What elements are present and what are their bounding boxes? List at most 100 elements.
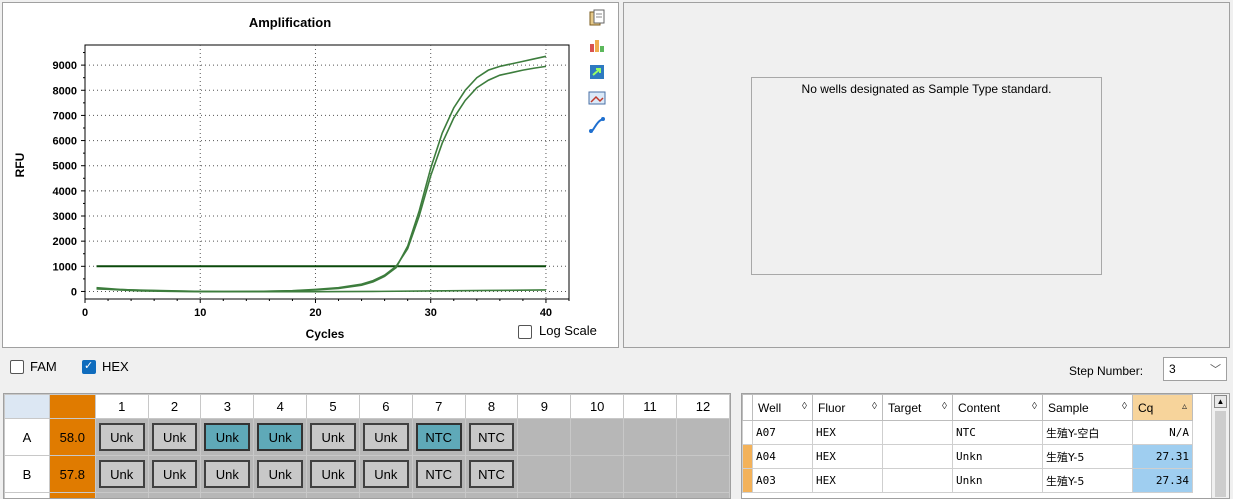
plate-corner-cell bbox=[4, 394, 50, 419]
chart-title: Amplification bbox=[249, 15, 331, 30]
plate-well[interactable] bbox=[517, 455, 572, 493]
plate-column-header[interactable]: 1 bbox=[94, 394, 149, 419]
plate-well[interactable] bbox=[675, 418, 730, 456]
gradient-temp-cell: 58.0 bbox=[48, 418, 96, 456]
plate-column-header[interactable]: 10 bbox=[570, 394, 625, 419]
plate-well[interactable]: Unk bbox=[253, 418, 308, 456]
plate-well[interactable]: Unk bbox=[147, 418, 202, 456]
fluor-filter-bar: FAM HEX Step Number: 3 ﹀ bbox=[2, 352, 1230, 384]
row-marker-header bbox=[742, 394, 753, 421]
well-content-label: NTC bbox=[415, 423, 462, 451]
y-tick-label: 5000 bbox=[53, 161, 77, 173]
plate-column-header[interactable]: 7 bbox=[411, 394, 466, 419]
plate-well[interactable]: Unk bbox=[253, 455, 308, 493]
column-header-label: Fluor bbox=[818, 400, 846, 415]
plate-well[interactable] bbox=[570, 455, 625, 493]
amplification-chart: Amplification RFU Cycles 0 1000 2000 3000 40… bbox=[13, 15, 570, 341]
column-header-label: Sample bbox=[1048, 400, 1089, 415]
column-header-fluor[interactable]: Fluor ◊ bbox=[812, 394, 883, 421]
y-tick-label: 7000 bbox=[53, 110, 77, 122]
copy-icon[interactable] bbox=[588, 9, 606, 27]
x-tick-label: 20 bbox=[309, 307, 321, 319]
cell-content: NTC bbox=[952, 420, 1043, 445]
well-content-label: Unk bbox=[257, 460, 304, 488]
y-tick-label: 4000 bbox=[53, 186, 77, 198]
x-axis-label: Cycles bbox=[306, 327, 345, 341]
plate-well[interactable]: Unk bbox=[147, 455, 202, 493]
column-header-cq[interactable]: Cq ▵ bbox=[1132, 394, 1193, 421]
plate-column-header[interactable]: 4 bbox=[253, 394, 308, 419]
fam-checkbox[interactable] bbox=[10, 360, 24, 374]
sort-icon[interactable]: ◊ bbox=[872, 401, 877, 412]
well-content-label: Unk bbox=[362, 460, 409, 488]
plate-column-header[interactable]: 8 bbox=[464, 394, 519, 419]
results-row[interactable]: A03 HEX Unkn 生殖Y-5 27.34 bbox=[742, 468, 1193, 493]
plate-column-header[interactable]: 6 bbox=[358, 394, 413, 419]
plate-well[interactable]: Unk bbox=[200, 418, 255, 456]
x-tick-label: 0 bbox=[82, 307, 88, 319]
curve-icon[interactable] bbox=[588, 116, 606, 134]
y-tick-label: 1000 bbox=[53, 261, 77, 273]
cell-target bbox=[882, 444, 953, 469]
plate-well[interactable]: NTC bbox=[464, 455, 519, 493]
sort-icon[interactable]: ◊ bbox=[942, 401, 947, 412]
plate-well[interactable]: NTC bbox=[411, 418, 466, 456]
plate-row-header[interactable]: A bbox=[4, 418, 50, 456]
cell-target bbox=[882, 420, 953, 445]
plate-well[interactable]: NTC bbox=[411, 455, 466, 493]
image-icon[interactable] bbox=[588, 89, 606, 107]
chevron-down-icon: ﹀ bbox=[1210, 364, 1221, 376]
plate-well[interactable]: NTC bbox=[464, 418, 519, 456]
scroll-thumb[interactable] bbox=[1215, 411, 1226, 497]
plate-row: B 57.8 Unk Unk Unk Unk Unk Unk NTC NTC bbox=[4, 455, 730, 493]
log-scale-checkbox[interactable] bbox=[518, 325, 532, 339]
sort-icon[interactable]: ▵ bbox=[1182, 401, 1187, 412]
vertical-scrollbar[interactable]: ▲ bbox=[1211, 394, 1229, 498]
results-row[interactable]: A04 HEX Unkn 生殖Y-5 27.31 bbox=[742, 444, 1193, 469]
column-header-well[interactable]: Well ◊ bbox=[752, 394, 813, 421]
plate-well[interactable]: Unk bbox=[200, 455, 255, 493]
cell-cq: 27.31 bbox=[1132, 444, 1193, 469]
plate-well[interactable] bbox=[623, 455, 677, 493]
plate-column-header[interactable]: 12 bbox=[675, 394, 730, 419]
plate-well[interactable] bbox=[570, 418, 625, 456]
hex-checkbox[interactable] bbox=[82, 359, 96, 374]
plate-well[interactable]: Unk bbox=[358, 418, 413, 456]
cell-fluor: HEX bbox=[812, 444, 883, 469]
sort-icon[interactable]: ◊ bbox=[1122, 401, 1127, 412]
column-header-target[interactable]: Target ◊ bbox=[882, 394, 953, 421]
plate-well[interactable]: Unk bbox=[94, 418, 149, 456]
plate-column-header[interactable]: 2 bbox=[147, 394, 202, 419]
plate-well[interactable]: Unk bbox=[358, 455, 413, 493]
sort-icon[interactable]: ◊ bbox=[802, 401, 807, 412]
cell-cq: 27.34 bbox=[1132, 468, 1193, 493]
plate-well[interactable]: Unk bbox=[306, 418, 360, 456]
row-marker bbox=[742, 420, 753, 445]
plate-well[interactable] bbox=[517, 418, 572, 456]
plate-well[interactable] bbox=[675, 455, 730, 493]
column-header-content[interactable]: Content ◊ bbox=[952, 394, 1043, 421]
plate-well[interactable]: Unk bbox=[94, 455, 149, 493]
scroll-up-icon[interactable]: ▲ bbox=[1214, 395, 1227, 408]
plate-well[interactable] bbox=[623, 418, 677, 456]
cell-sample: 生殖Y-5 bbox=[1042, 468, 1133, 493]
plate-well[interactable]: Unk bbox=[306, 455, 360, 493]
standard-curve-panel: No wells designated as Sample Type stand… bbox=[623, 2, 1230, 348]
plate-column-header[interactable]: 9 bbox=[517, 394, 572, 419]
plate-column-header[interactable]: 5 bbox=[306, 394, 360, 419]
results-row[interactable]: A07 HEX NTC 生殖Y-空白 N/A bbox=[742, 420, 1193, 445]
plate-row-header[interactable]: B bbox=[4, 455, 50, 493]
plate-column-header[interactable]: 3 bbox=[200, 394, 255, 419]
plate-grid: 1 2 3 4 5 6 7 8 9 10 11 12 A 58.0 Unk Unk Unk Unk Unk Unk NT… bbox=[4, 394, 730, 498]
column-header-label: Content bbox=[958, 400, 1001, 415]
sort-icon[interactable]: ◊ bbox=[1032, 401, 1037, 412]
step-number-value: 3 bbox=[1169, 362, 1176, 376]
cell-fluor: HEX bbox=[812, 468, 883, 493]
well-content-label: NTC bbox=[468, 423, 515, 451]
column-header-sample[interactable]: Sample ◊ bbox=[1042, 394, 1133, 421]
chart-settings-icon[interactable] bbox=[588, 36, 606, 54]
step-number-select[interactable]: 3 ﹀ bbox=[1163, 357, 1227, 381]
plot-area bbox=[84, 44, 570, 300]
plate-column-header[interactable]: 11 bbox=[623, 394, 677, 419]
export-icon[interactable] bbox=[588, 63, 606, 81]
